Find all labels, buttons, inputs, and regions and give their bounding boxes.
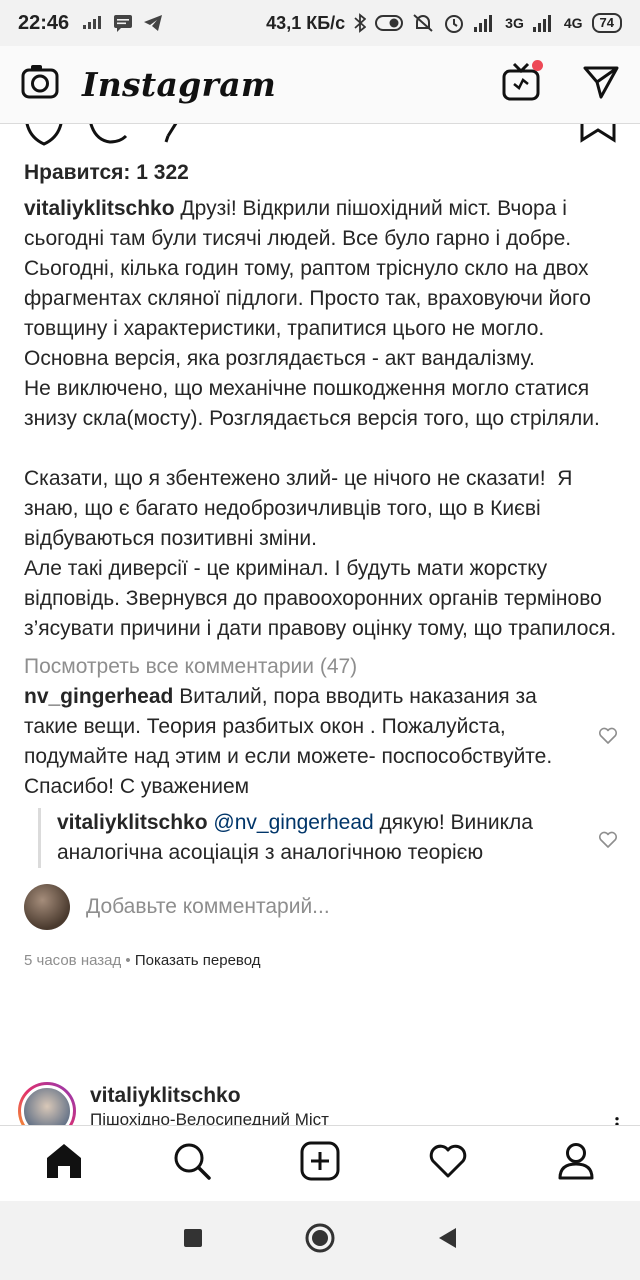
status-bar: 22:46 43,1 КБ/с 3G 4G 74 xyxy=(0,0,640,46)
meta-separator: • xyxy=(121,952,135,969)
like-count[interactable]: Нравится: 1 322 xyxy=(24,158,620,188)
signal-icon xyxy=(474,15,493,32)
view-all-comments-link[interactable]: Посмотреть все комментарии (47) xyxy=(24,652,620,682)
comment-like-icon[interactable] xyxy=(598,724,618,754)
system-navigation-bar xyxy=(0,1201,640,1280)
post-timestamp: 5 часов назад xyxy=(24,952,122,969)
home-button-icon[interactable] xyxy=(304,1222,336,1259)
network-speed: 43,1 КБ/с xyxy=(266,12,346,33)
app-logo: Instagram xyxy=(82,65,277,104)
post-meta: 5 часов назад • Показать перевод xyxy=(24,946,620,976)
direct-message-icon[interactable] xyxy=(582,63,620,106)
profile-icon[interactable] xyxy=(556,1141,596,1186)
camera-icon[interactable] xyxy=(20,62,60,107)
alarm-icon xyxy=(445,15,464,33)
data-saver-icon xyxy=(83,16,102,29)
network-4g: 4G xyxy=(563,15,583,31)
comment-icon[interactable] xyxy=(89,124,128,144)
bottom-navigation xyxy=(0,1125,640,1201)
post-details: Нравится: 1 322 vitaliyklitschko Друзі! … xyxy=(24,158,620,976)
reply-author[interactable]: vitaliyklitschko xyxy=(57,811,208,834)
network-3g: 3G xyxy=(505,15,524,31)
avatar xyxy=(24,884,70,930)
igtv-icon[interactable] xyxy=(502,60,543,107)
comment: nv_gingerhead Виталий, пора вводить нака… xyxy=(24,682,620,802)
show-translation-link[interactable]: Показать перевод xyxy=(135,952,261,969)
home-icon[interactable] xyxy=(44,1141,84,1186)
comment-reply: vitaliyklitschko @nv_gingerhead дякую! В… xyxy=(38,808,620,868)
more-options-icon[interactable] xyxy=(612,1098,622,1128)
bluetooth-icon xyxy=(354,13,367,33)
battery-level: 74 xyxy=(591,13,622,33)
add-comment-input[interactable]: Добавьте комментарий... xyxy=(86,892,330,922)
story-avatar[interactable] xyxy=(18,1082,76,1128)
app-header: Instagram xyxy=(0,46,640,124)
next-post-author[interactable]: vitaliyklitschko xyxy=(90,1082,329,1110)
signal-icon-2 xyxy=(532,15,551,32)
add-post-icon[interactable] xyxy=(300,1141,340,1186)
recent-apps-icon[interactable] xyxy=(182,1227,204,1254)
heart-icon[interactable] xyxy=(428,1142,468,1185)
status-time: 22:46 xyxy=(18,11,70,34)
bookmark-icon[interactable] xyxy=(580,124,616,143)
caption-author[interactable]: vitaliyklitschko xyxy=(24,197,175,220)
comment-author[interactable]: nv_gingerhead xyxy=(24,685,173,708)
toggle-icon xyxy=(375,15,404,31)
add-comment-row[interactable]: Добавьте комментарий... xyxy=(24,884,620,930)
caption-text: Друзі! Відкрили пішохідний міст. Вчора і… xyxy=(24,197,617,640)
reply-mention[interactable]: @nv_gingerhead xyxy=(213,811,373,834)
post-caption: vitaliyklitschko Друзі! Відкрили пішохід… xyxy=(24,194,620,644)
message-icon xyxy=(114,15,133,32)
next-post-header: vitaliyklitschko Пішохідно-Велосипедний … xyxy=(18,1082,622,1128)
share-icon[interactable] xyxy=(164,124,178,143)
back-icon[interactable] xyxy=(436,1226,458,1255)
post-action-row xyxy=(0,124,640,146)
like-icon[interactable] xyxy=(25,124,63,146)
notification-dot xyxy=(532,60,543,71)
telegram-icon xyxy=(144,15,163,31)
search-icon[interactable] xyxy=(172,1141,212,1186)
reply-like-icon[interactable] xyxy=(598,828,618,858)
mute-icon xyxy=(413,14,433,32)
